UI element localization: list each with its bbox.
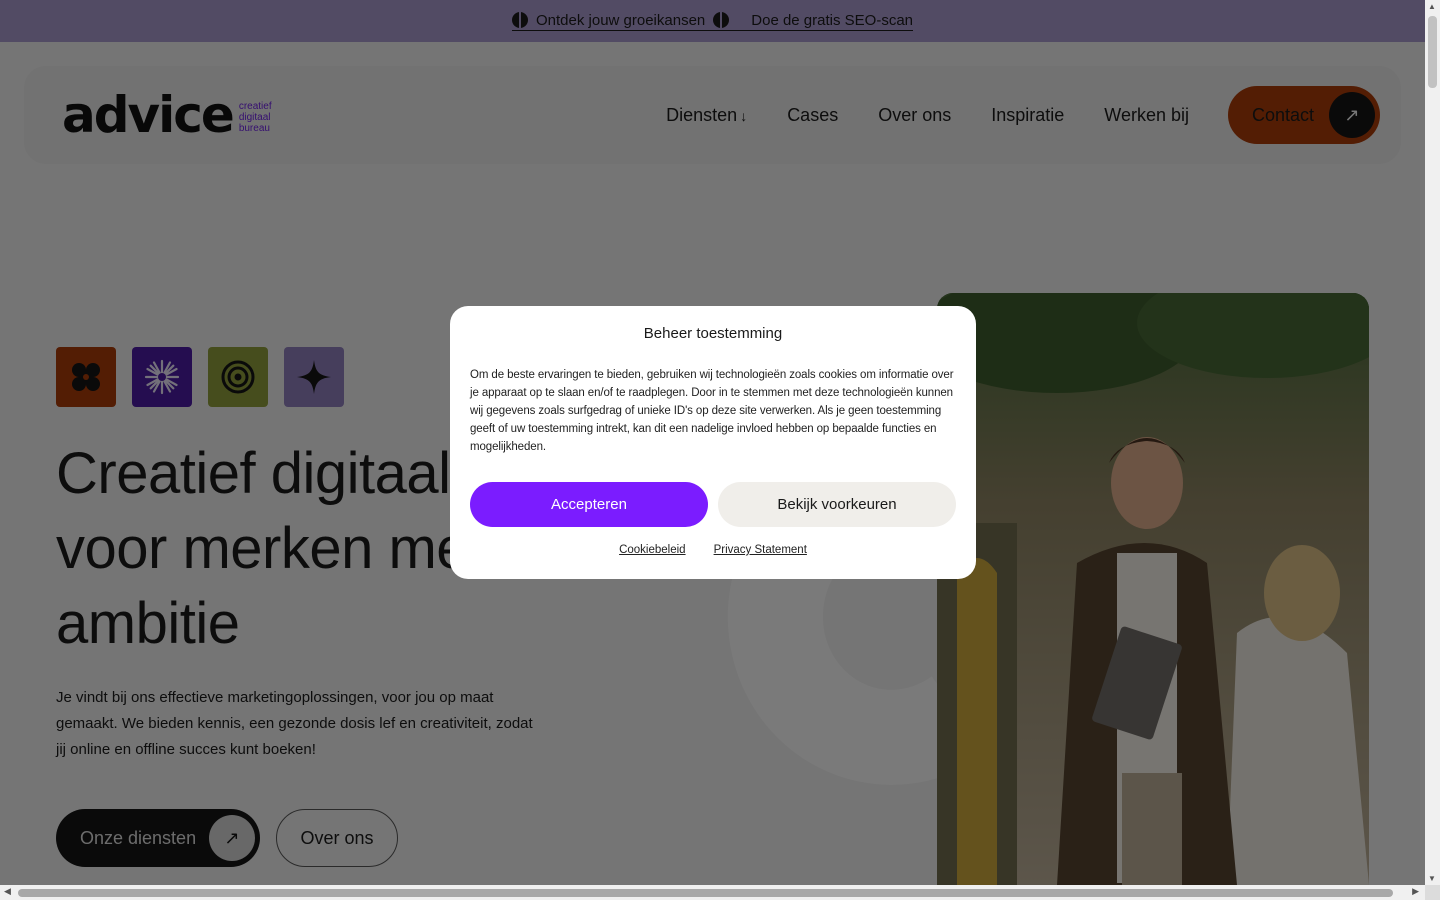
scrollbar-corner (1425, 885, 1440, 900)
consent-dialog: Beheer toestemming Om de beste ervaringe… (450, 306, 976, 579)
privacy-statement-link[interactable]: Privacy Statement (714, 544, 807, 556)
consent-links: Cookiebeleid Privacy Statement (470, 544, 956, 556)
scroll-right-icon[interactable]: ▶ (1412, 886, 1419, 897)
vertical-scrollbar[interactable]: ▲ ▼ (1425, 0, 1440, 885)
accept-button[interactable]: Accepteren (470, 482, 708, 527)
scroll-left-icon[interactable]: ◀ (4, 886, 11, 897)
horizontal-scroll-thumb[interactable] (18, 889, 1393, 897)
cookie-policy-link[interactable]: Cookiebeleid (619, 544, 686, 556)
consent-title: Beheer toestemming (643, 325, 783, 342)
vertical-scroll-thumb[interactable] (1428, 16, 1437, 88)
consent-body: Om de beste ervaringen te bieden, gebrui… (470, 369, 954, 453)
view-preferences-button[interactable]: Bekijk voorkeuren (718, 482, 956, 527)
scroll-down-icon[interactable]: ▼ (1428, 874, 1436, 883)
scroll-up-icon[interactable]: ▲ (1428, 2, 1436, 11)
horizontal-scrollbar[interactable]: ◀ ▶ (0, 885, 1425, 900)
consent-actions: Accepteren Bekijk voorkeuren (470, 482, 956, 527)
